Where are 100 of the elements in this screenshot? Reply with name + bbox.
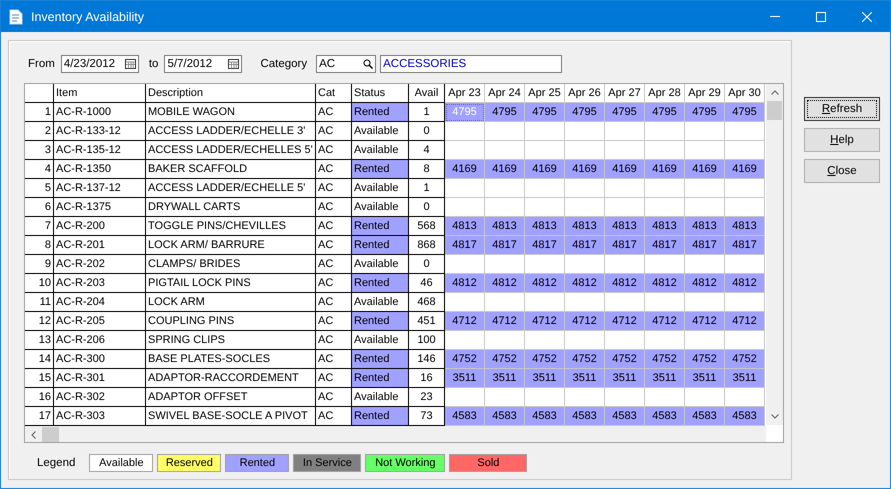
row-number: 5 [25,179,54,198]
table-cell: AC [316,103,352,122]
table-cell: 868 [409,236,445,255]
table-cell: ACCESS LADDER/ECHELLE 5' [146,179,316,198]
dialog-button[interactable]: Close [804,159,880,183]
status-cell: Available [352,388,409,407]
booking-cell: 3511 [725,369,765,388]
status-cell: Available [352,331,409,350]
column-header[interactable]: Apr 30 [725,84,765,103]
maximize-icon[interactable] [816,12,826,22]
scroll-up-icon[interactable] [770,90,778,95]
from-date-field[interactable]: 4/23/2012 [60,55,139,73]
table-cell: TOGGLE PINS/CHEVILLES [146,217,316,236]
booking-cell: 3511 [445,369,485,388]
table-cell: 1 [409,103,445,122]
horizontal-scrollbar[interactable] [25,426,766,442]
column-header[interactable]: Apr 25 [525,84,565,103]
booking-cell: 4813 [605,217,645,236]
table-cell: 1 [409,179,445,198]
legend-swatch: Available [89,454,154,472]
booking-cell: 4812 [725,274,765,293]
row-number: 13 [25,331,54,350]
table-cell: AC [316,236,352,255]
column-header[interactable]: Cat [316,84,352,103]
booking-cell: 4795 [485,103,525,122]
close-icon[interactable] [862,12,872,22]
table-cell: ADAPTOR-RACCORDEMENT [146,369,316,388]
category-field[interactable]: AC [316,55,376,73]
table-cell: AC-R-1000 [54,103,146,122]
scroll-down-icon[interactable] [770,414,778,419]
booking-cell: 4817 [645,236,685,255]
table-cell: MOBILE WAGON [146,103,316,122]
dialog-button[interactable]: Help [804,128,880,152]
table-cell: 468 [409,293,445,312]
booking-cell: 4817 [485,236,525,255]
table-cell: 100 [409,331,445,350]
window-title: Inventory Availability [31,10,146,24]
booking-cell: 4813 [725,217,765,236]
to-date-field[interactable]: 5/7/2012 [164,55,242,73]
booking-cell: 4817 [565,236,605,255]
booking-cell: 4712 [445,312,485,331]
column-header[interactable]: Item [54,84,146,103]
row-number: 16 [25,388,54,407]
table-cell: LOCK ARM/ BARRURE [146,236,316,255]
booking-cell: 4583 [725,407,765,426]
table-cell: AC [316,198,352,217]
table-cell: AC-R-301 [54,369,146,388]
calendar-icon[interactable] [228,59,240,69]
status-cell: Available [352,122,409,141]
column-header[interactable]: Apr 26 [565,84,605,103]
status-cell: Available [352,255,409,274]
column-header[interactable]: Description [146,84,316,103]
scroll-thumb[interactable] [767,101,782,120]
status-cell: Rented [352,217,409,236]
table-cell: BAKER SCAFFOLD [146,160,316,179]
column-header[interactable]: Status [352,84,409,103]
scroll-left-icon[interactable] [31,430,36,438]
booking-cell: 4169 [525,160,565,179]
booking-cell: 4812 [445,274,485,293]
table-cell: COUPLING PINS [146,312,316,331]
booking-cell: 4817 [525,236,565,255]
search-icon[interactable] [363,59,374,69]
booking-cell: 4712 [725,312,765,331]
table-cell: PIGTAIL LOCK PINS [146,274,316,293]
vertical-scrollbar[interactable] [766,84,783,425]
column-header[interactable]: Apr 28 [645,84,685,103]
column-header[interactable]: Apr 29 [685,84,725,103]
table-cell: DRYWALL CARTS [146,198,316,217]
column-header[interactable]: Apr 24 [485,84,525,103]
table-cell: 73 [409,407,445,426]
scroll-thumb[interactable] [42,427,59,442]
row-number: 9 [25,255,54,274]
table-cell: AC [316,217,352,236]
booking-cell: 4583 [565,407,605,426]
booking-cell: 4583 [445,407,485,426]
table-cell: AC [316,141,352,160]
table-cell: AC [316,274,352,293]
booking-cell: 4795 [565,103,605,122]
column-header[interactable]: Avail [409,84,445,103]
status-cell: Rented [352,407,409,426]
row-number: 11 [25,293,54,312]
table-cell: AC-R-204 [54,293,146,312]
status-cell: Rented [352,350,409,369]
row-number: 17 [25,407,54,426]
table-cell: AC [316,179,352,198]
row-number: 8 [25,236,54,255]
status-cell: Available [352,293,409,312]
booking-cell: 4712 [485,312,525,331]
table-cell: AC-R-200 [54,217,146,236]
dialog-button[interactable]: Refresh [804,97,880,121]
category-name-field[interactable]: ACCESSORIES [380,55,562,73]
calendar-icon[interactable] [124,59,136,69]
column-header[interactable]: Apr 23 [445,84,485,103]
to-label: to [148,58,158,70]
booking-cell: 4795 [605,103,645,122]
booking-cell: 3511 [525,369,565,388]
booking-cell: 4812 [565,274,605,293]
row-number: 10 [25,274,54,293]
column-header[interactable]: Apr 27 [605,84,645,103]
booking-cell: 4813 [565,217,605,236]
